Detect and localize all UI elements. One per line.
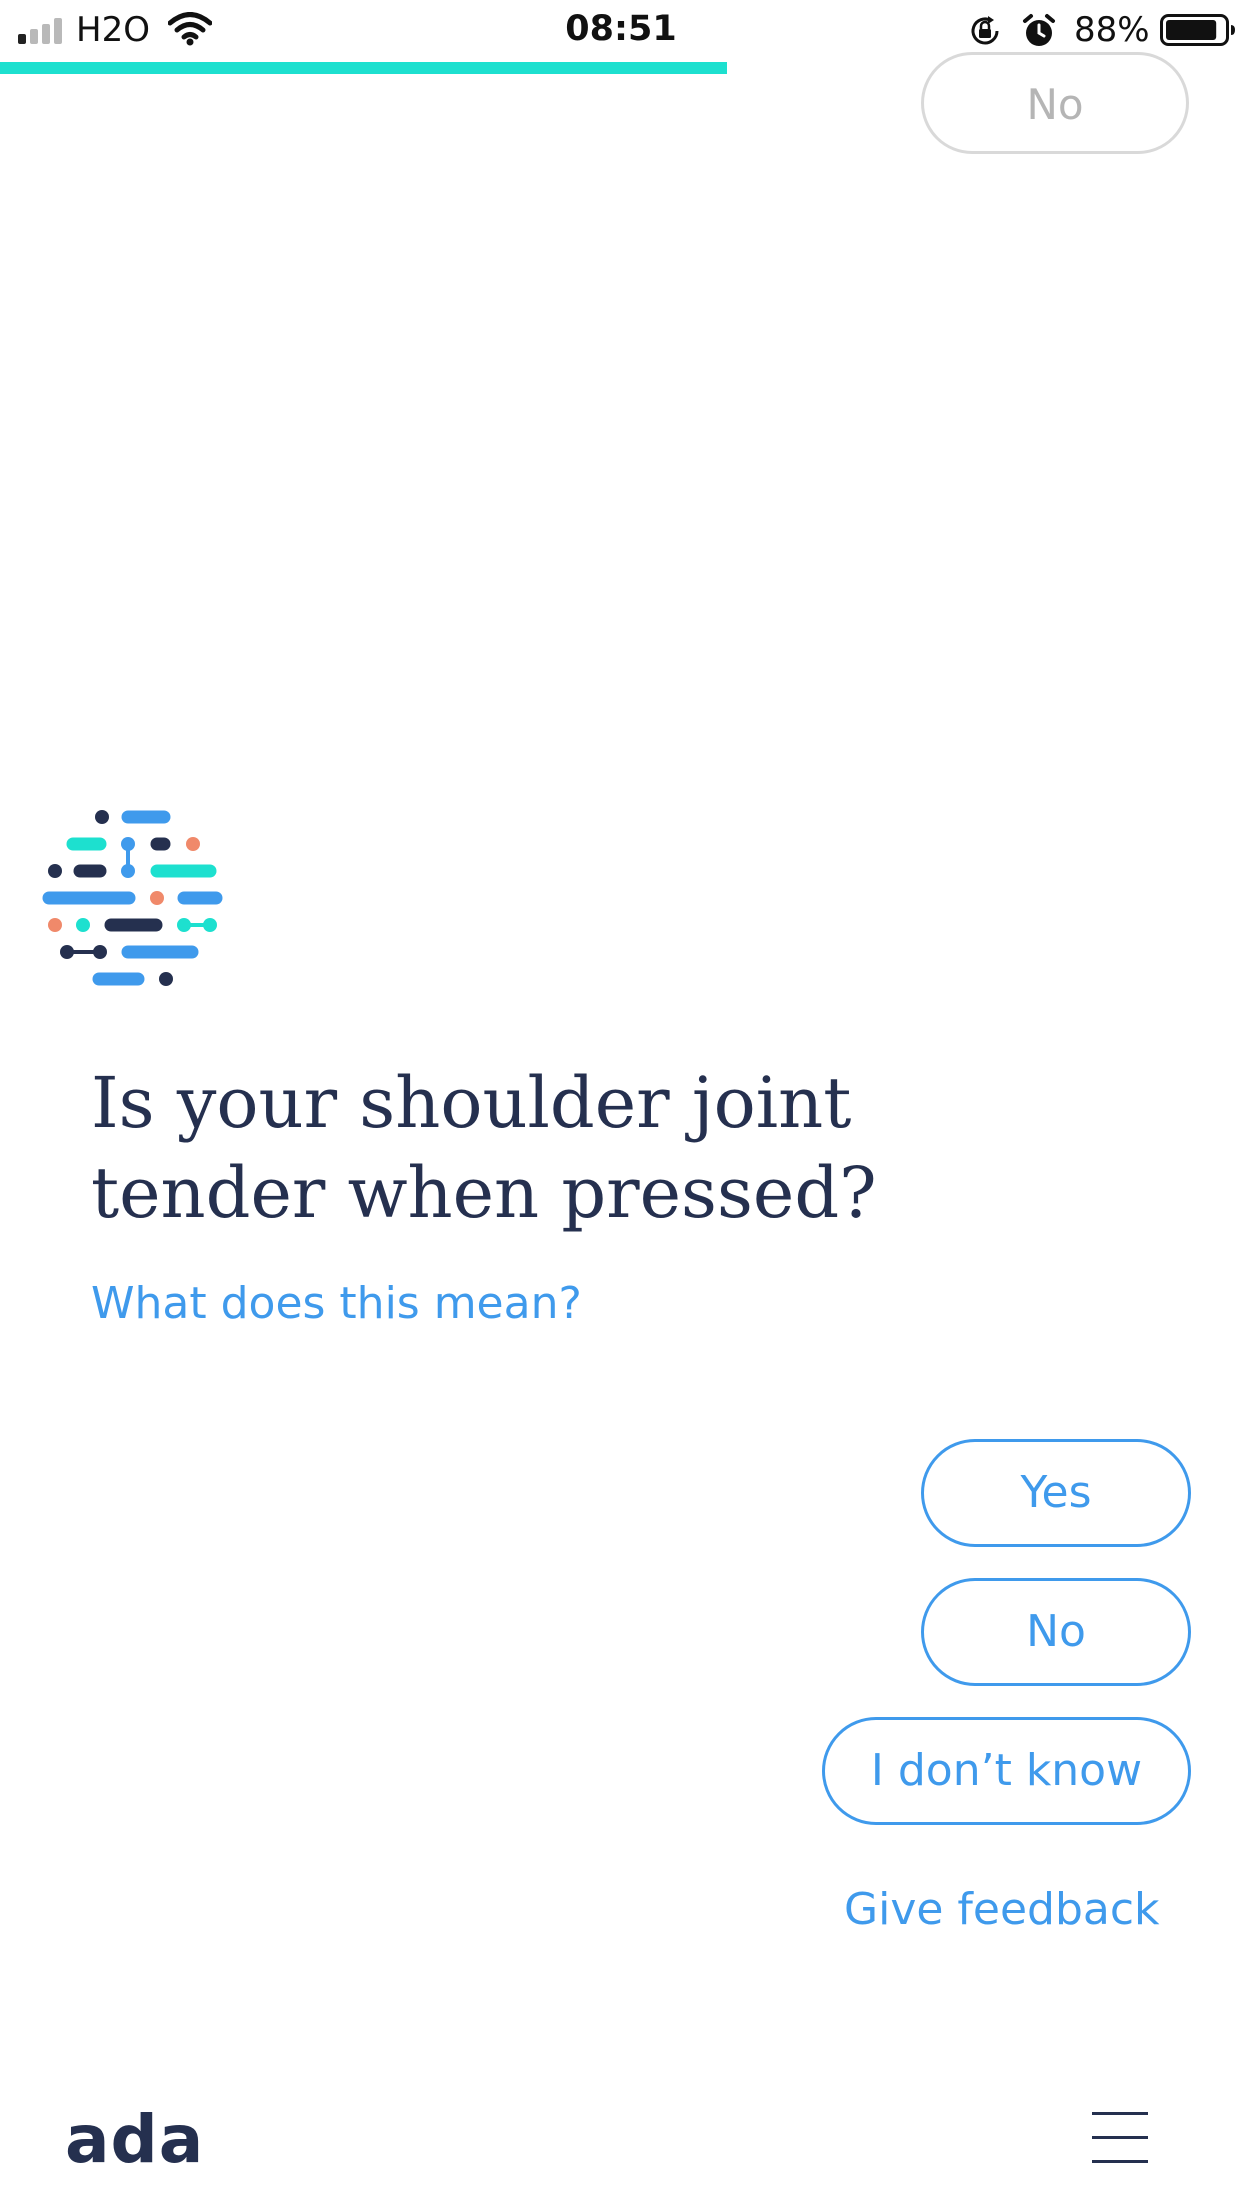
answer-no-button[interactable]: No bbox=[921, 1578, 1191, 1686]
previous-answer-bubble: No bbox=[921, 52, 1189, 154]
answer-yes-button[interactable]: Yes bbox=[921, 1439, 1191, 1547]
alarm-icon bbox=[1023, 14, 1055, 46]
give-feedback-link[interactable]: Give feedback bbox=[844, 1882, 1160, 1938]
orientation-lock-icon bbox=[971, 16, 999, 45]
answer-dont-know-button[interactable]: I don’t know bbox=[822, 1717, 1191, 1825]
status-bar: H2O 08:51 88% bbox=[0, 0, 1242, 60]
battery-percentage: 88% bbox=[1074, 10, 1150, 50]
ada-logo: ada bbox=[65, 2101, 205, 2178]
hamburger-menu-icon[interactable] bbox=[1088, 2108, 1152, 2168]
progress-bar-fill bbox=[0, 62, 727, 74]
battery-icon bbox=[1160, 14, 1235, 46]
question-text: Is your shoulder joint tender when press… bbox=[91, 1062, 877, 1234]
what-does-this-mean-link[interactable]: What does this mean? bbox=[91, 1276, 582, 1332]
ada-logo-mark-icon bbox=[42, 810, 223, 986]
